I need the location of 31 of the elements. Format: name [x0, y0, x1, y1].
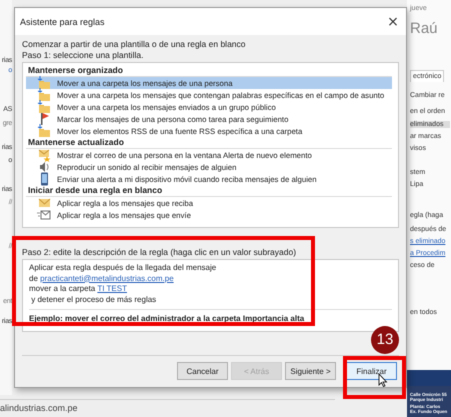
folder-arrow-icon [37, 100, 51, 114]
group-heading: Iniciar desde una regla en blanco [26, 185, 392, 197]
dialog-button[interactable]: Cancelar [177, 362, 228, 380]
rule-text: Aplicar esta regla después de la llegada del mensaje [29, 263, 216, 274]
dialog-button[interactable]: Siguiente > [285, 362, 336, 380]
folder-arrow-icon [37, 124, 51, 138]
rule-text: de practicanteti@metalindustrias.com.pe [29, 274, 174, 284]
envelope-icon [37, 196, 51, 210]
envelope-star-icon [37, 148, 51, 162]
link[interactable]: practicanteti@metalindustrias.com.pe [40, 274, 174, 282]
envelope-outline-icon [37, 208, 51, 222]
sender-name: Raú [410, 20, 438, 37]
folder-arrow-icon [37, 88, 51, 102]
rule-text: y detener el proceso de más reglas [30, 294, 156, 305]
dialog-button[interactable]: Finalizar [346, 362, 397, 380]
speaker-icon [37, 160, 51, 174]
instruction-text: Comenzar a partir de una plantilla o de una regla en blanco [22, 39, 246, 50]
close-button[interactable]: × [380, 8, 406, 34]
group-heading: Mantenerse actualizado [26, 137, 392, 149]
step-label: Paso 1: seleccione una plantilla. [22, 50, 144, 61]
highlight-frame [343, 356, 406, 399]
letterhead-banner [407, 370, 451, 386]
window-title: Asistente para reglas [20, 16, 105, 26]
email-domain-text: alindustrias.com.pe [0, 403, 78, 413]
example-text: Ejemplo: mover el correo del administrador a la carpeta Importancia alta [29, 314, 304, 324]
link[interactable]: TI TEST [97, 284, 127, 293]
folder-arrow-icon [37, 76, 51, 90]
step-label: Paso 2: edite la descripción de la regla (haga clic en un valor subrayado) [22, 247, 296, 258]
rule-text: mover a la carpeta TI TEST [29, 284, 127, 294]
cursor-icon [378, 373, 388, 387]
letterhead-background [407, 386, 451, 417]
